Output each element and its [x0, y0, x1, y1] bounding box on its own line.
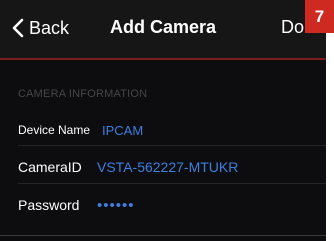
camera-id-value[interactable]: VSTA-562227-MTUKR [97, 159, 238, 175]
screen-edge [326, 0, 334, 241]
step-number-badge: 7 [305, 0, 334, 33]
navigation-bar: Back Add Camera Done [0, 0, 326, 58]
device-name-label: Device Name [18, 123, 91, 137]
row-divider [18, 183, 326, 184]
bottom-divider [0, 235, 326, 236]
device-name-row[interactable]: Device Name IPCAM [18, 118, 143, 142]
row-divider [18, 145, 326, 146]
camera-id-label: CameraID [18, 159, 82, 175]
nav-divider [0, 58, 326, 60]
page-title: Add Camera [109, 17, 217, 37]
add-camera-screen: Back Add Camera Done CAMERA INFORMATION … [0, 0, 326, 241]
section-header-camera-information: CAMERA INFORMATION [18, 88, 148, 100]
camera-id-row[interactable]: CameraID VSTA-562227-MTUKR [18, 155, 238, 179]
password-label: Password [18, 197, 80, 213]
device-name-value[interactable]: IPCAM [102, 123, 143, 138]
password-value[interactable]: •••••• [97, 197, 135, 214]
password-row[interactable]: Password •••••• [18, 193, 135, 217]
